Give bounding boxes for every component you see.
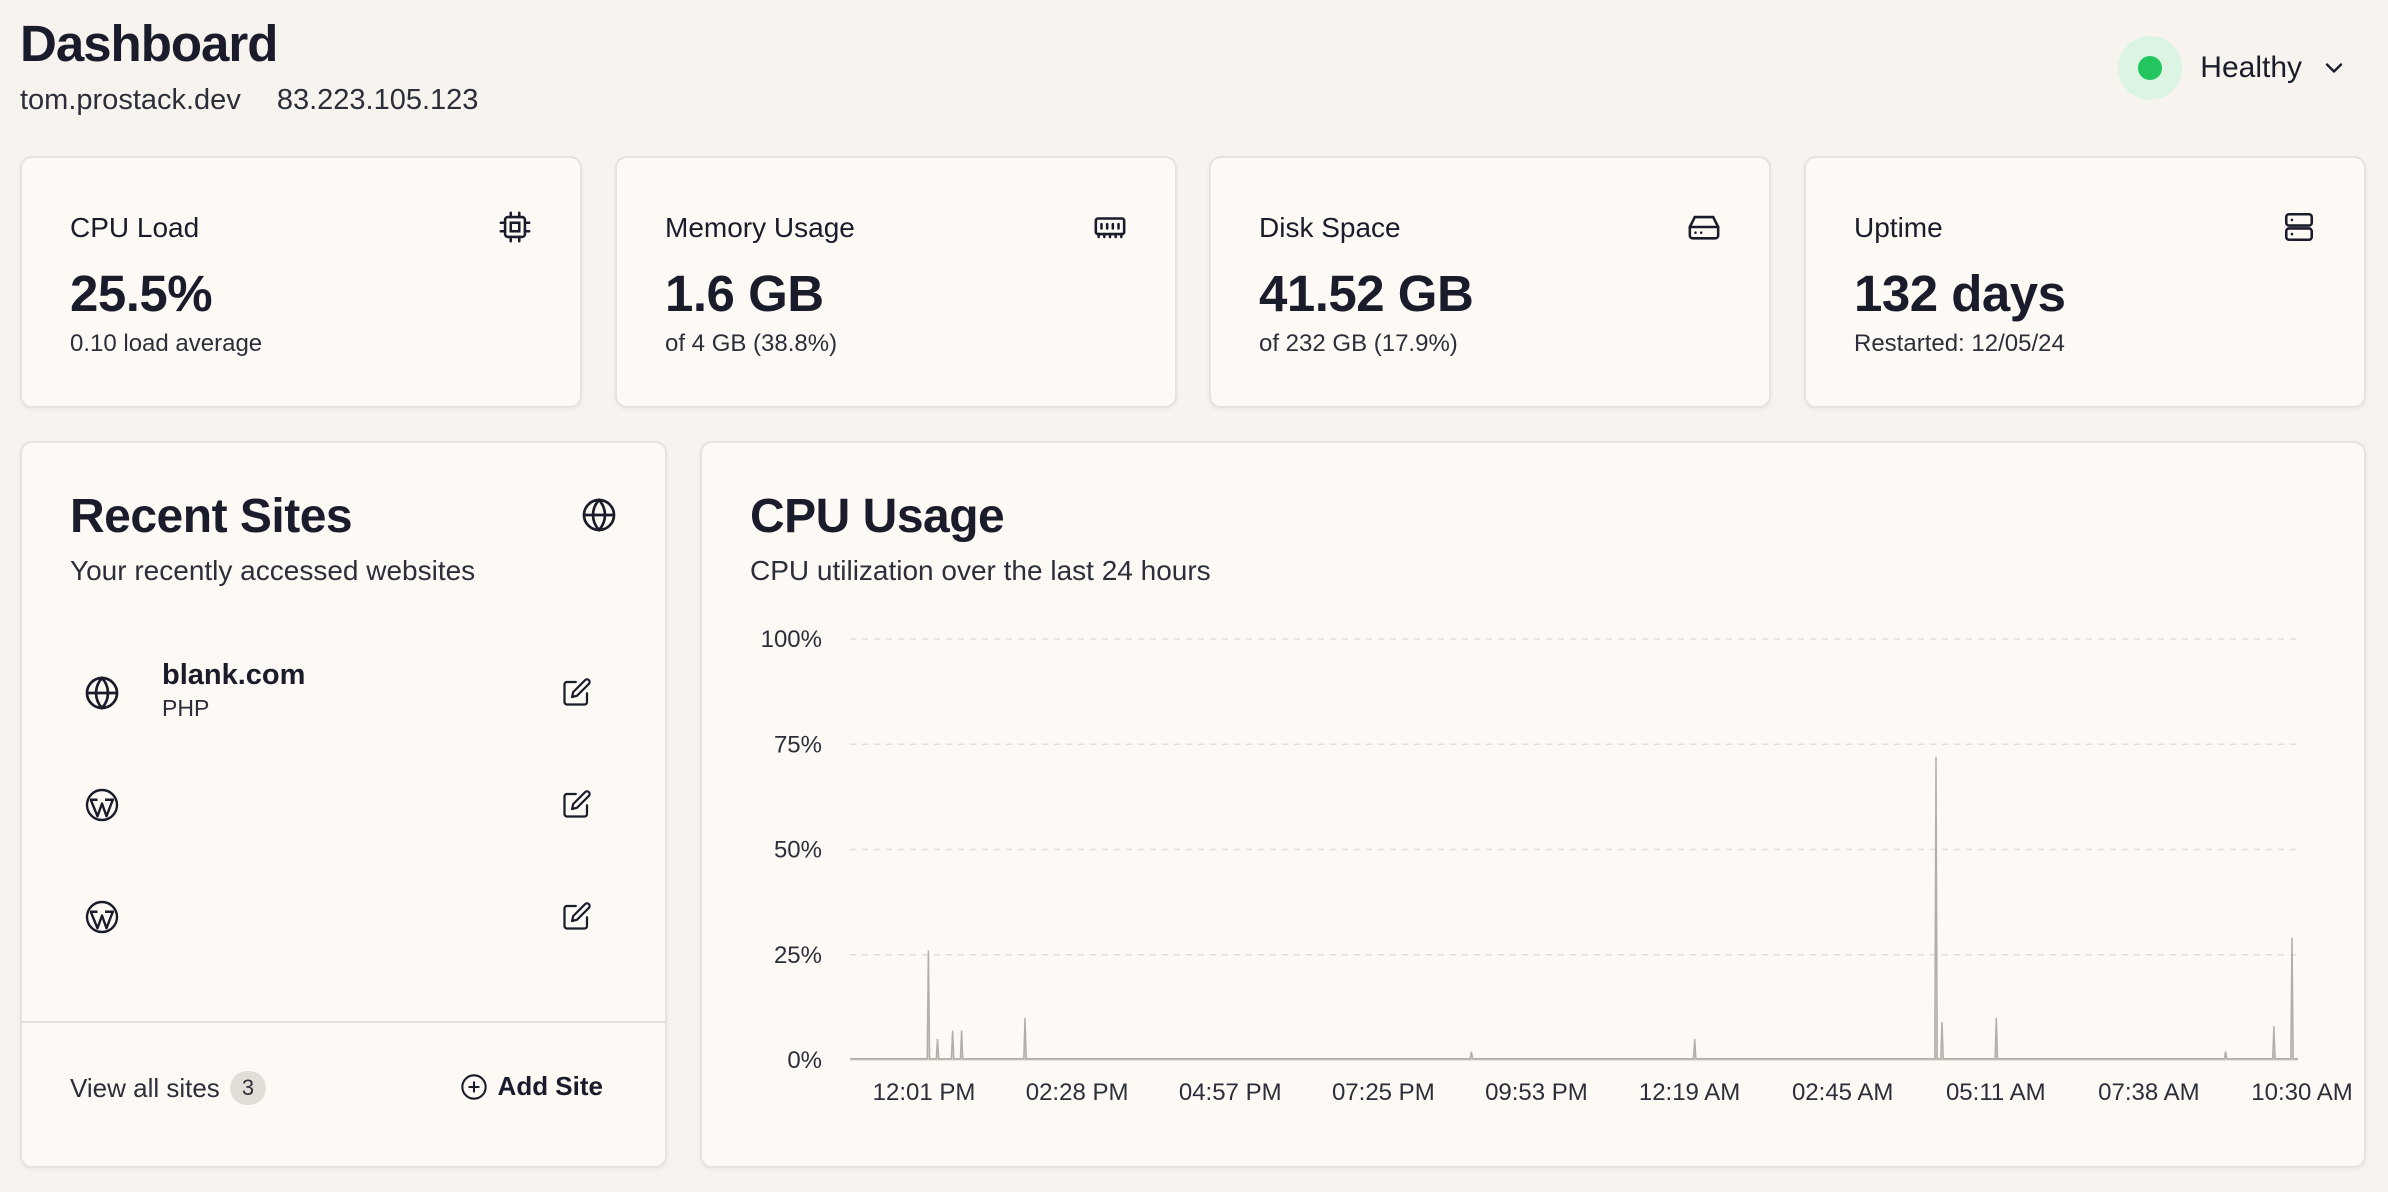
page-title: Dashboard <box>20 15 278 72</box>
cpu-area <box>850 756 2298 1060</box>
add-site-button[interactable]: Add Site <box>460 1071 603 1102</box>
uptime-card: Uptime 132 days Restarted: 12/05/24 <box>1804 156 2366 408</box>
wordpress-icon <box>85 788 119 822</box>
stat-subtext: of 4 GB (38.8%) <box>665 330 838 357</box>
cpu-series-line <box>850 756 2298 1060</box>
y-tick-label: 0% <box>787 1047 822 1074</box>
hostname: tom.prostack.dev <box>20 84 241 116</box>
recent-sites-title: Recent Sites <box>70 490 353 543</box>
site-language: PHP <box>162 695 210 721</box>
edit-icon[interactable] <box>562 901 592 931</box>
server-icon <box>2284 212 2314 242</box>
recent-sites-card: Recent Sites Your recently accessed webs… <box>20 441 667 1168</box>
globe-icon <box>85 676 119 710</box>
x-tick-label: 07:25 PM <box>1332 1079 1435 1106</box>
stat-value: 25.5% <box>70 265 213 322</box>
memory-usage-card: Memory Usage 1.6 GB of 4 GB (38.8%) <box>615 156 1177 408</box>
host-info: tom.prostack.dev 83.223.105.123 <box>20 84 478 117</box>
y-tick-label: 50% <box>774 837 822 864</box>
stat-title: Disk Space <box>1259 212 1401 243</box>
chevron-down-icon <box>2325 63 2343 73</box>
x-tick-label: 05:11 AM <box>1946 1079 2046 1106</box>
globe-icon <box>582 498 616 532</box>
stat-value: 1.6 GB <box>665 265 824 322</box>
stat-subtext: Restarted: 12/05/24 <box>1854 330 2065 357</box>
cpu-usage-chart: 0% 25% 50% 75% 100% 12:01 PM 02:28 PM 04:57 PM 0… <box>761 626 2353 1106</box>
stat-title: Memory Usage <box>665 212 855 243</box>
x-tick-label: 07:38 AM <box>2098 1079 2199 1106</box>
stat-title: Uptime <box>1854 212 1943 243</box>
y-tick-label: 100% <box>761 626 822 653</box>
site-row[interactable]: blank.com PHP <box>62 655 632 745</box>
stat-title: CPU Load <box>70 212 200 243</box>
y-tick-label: 75% <box>774 731 822 758</box>
x-tick-label: 09:53 PM <box>1485 1079 1588 1106</box>
stat-value: 41.52 GB <box>1259 265 1474 322</box>
add-site-label: Add Site <box>497 1071 603 1101</box>
x-tick-label: 12:01 PM <box>873 1079 976 1106</box>
site-row[interactable] <box>62 879 632 969</box>
recent-sites-description: Your recently accessed websites <box>70 555 476 586</box>
status-dot <box>2138 56 2163 80</box>
x-tick-label: 02:28 PM <box>1026 1079 1129 1106</box>
recent-sites-footer: View all sites 3 Add Site <box>22 1021 665 1168</box>
wordpress-icon <box>85 900 119 934</box>
stat-subtext: of 232 GB (17.9%) <box>1259 330 1458 357</box>
plus-circle-icon <box>460 1073 487 1100</box>
x-tick-label: 12:19 AM <box>1639 1079 1740 1106</box>
cpu-usage-card: CPU Usage CPU utilization over the last … <box>700 441 2366 1168</box>
stat-value: 132 days <box>1854 265 2066 322</box>
status-indicator <box>2118 36 2183 100</box>
memory-icon <box>1094 217 1126 239</box>
x-tick-label: 02:45 AM <box>1792 1079 1893 1106</box>
cpu-icon <box>499 211 531 243</box>
status-label: Healthy <box>2200 51 2302 84</box>
edit-icon[interactable] <box>562 789 592 819</box>
edit-icon[interactable] <box>562 677 592 707</box>
ip-address: 83.223.105.123 <box>276 84 479 116</box>
page-header: Dashboard tom.prostack.dev 83.223.105.12… <box>20 14 478 117</box>
cpu-load-card: CPU Load 25.5% 0.10 load average <box>20 156 582 408</box>
hard-drive-icon <box>1688 215 1720 240</box>
site-row[interactable] <box>62 767 632 857</box>
x-tick-label: 10:30 AM <box>2251 1079 2352 1106</box>
disk-space-card: Disk Space 41.52 GB of 232 GB (17.9%) <box>1209 156 1771 408</box>
view-all-label: View all sites <box>70 1072 220 1103</box>
y-tick-label: 25% <box>774 942 822 969</box>
site-count-badge: 3 <box>229 1071 267 1105</box>
status-dropdown[interactable]: Healthy <box>2118 36 2348 100</box>
site-name: blank.com <box>162 659 306 691</box>
x-tick-label: 04:57 PM <box>1179 1079 1282 1106</box>
view-all-sites-link[interactable]: View all sites 3 <box>70 1071 267 1105</box>
stat-subtext: 0.10 load average <box>70 330 263 357</box>
